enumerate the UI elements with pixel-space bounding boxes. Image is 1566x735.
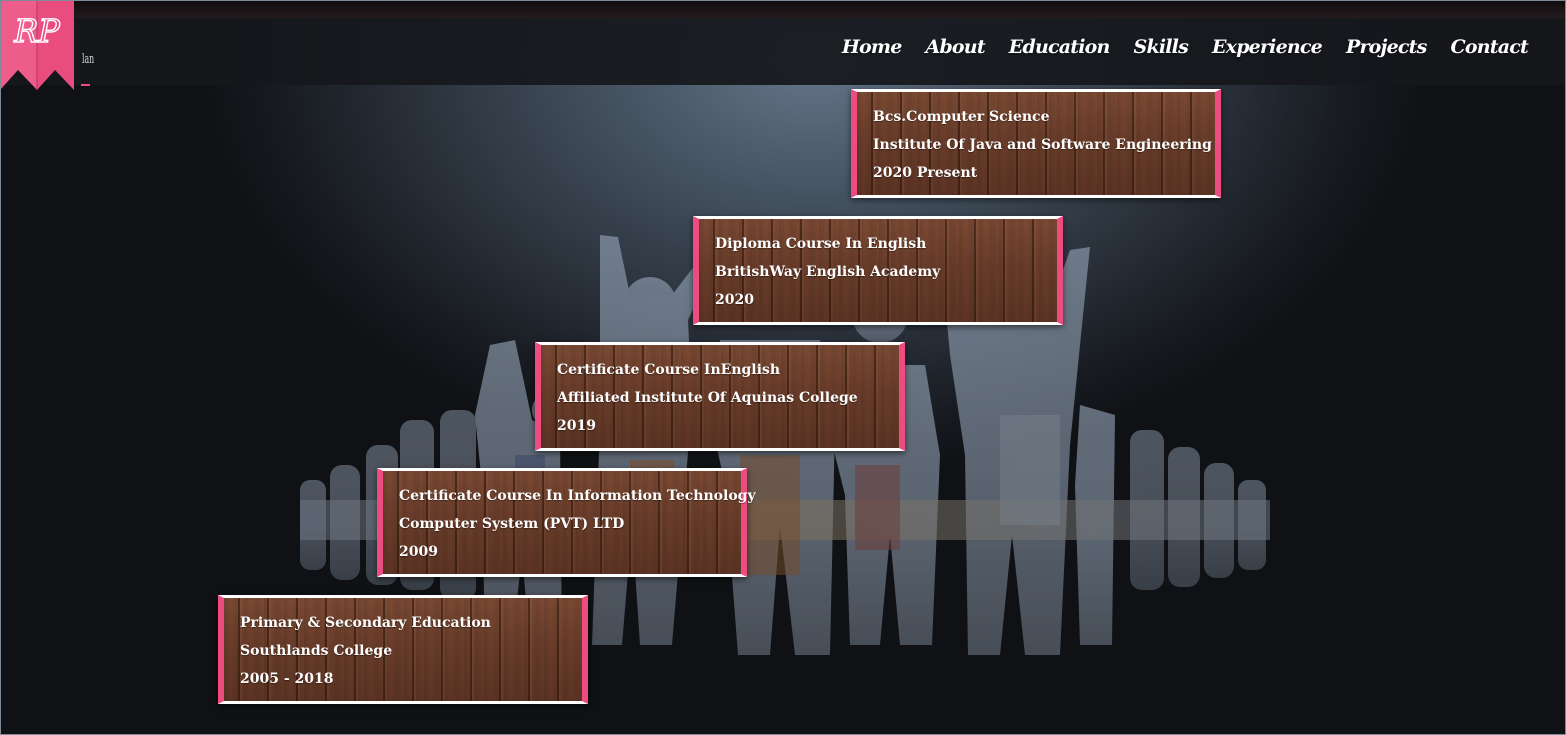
education-card: Certificate Course In Information Techno… [377, 468, 756, 577]
education-card: Certificate Course InEnglish Affiliated … [535, 342, 905, 451]
nav-home[interactable]: Home [842, 36, 902, 58]
card-degree: Certificate Course In Information Techno… [399, 488, 756, 504]
card-degree: Diploma Course In English [715, 236, 927, 252]
card-institute: Southlands College [240, 643, 393, 659]
logo[interactable]: RP [0, 0, 74, 92]
ribbon-logo-icon: RP [0, 0, 74, 90]
card-institute: Affiliated Institute Of Aquinas College [557, 390, 858, 406]
navbar: Home About Education Skills Experience P… [0, 18, 1566, 85]
logo-mark: lan [82, 52, 95, 67]
main-nav: Home About Education Skills Experience P… [842, 36, 1529, 58]
logo-underline [81, 84, 90, 86]
card-years: 2009 [399, 544, 438, 560]
nav-education[interactable]: Education [1009, 36, 1111, 58]
card-years: 2019 [557, 418, 596, 434]
card-years: 2020 Present [873, 165, 978, 181]
card-degree: Primary & Secondary Education [240, 615, 491, 631]
education-card: Diploma Course In English BritishWay Eng… [693, 216, 1063, 325]
card-institute: Institute Of Java and Software Engineeri… [873, 137, 1212, 153]
nav-experience[interactable]: Experience [1212, 36, 1323, 58]
nav-about[interactable]: About [926, 36, 986, 58]
nav-projects[interactable]: Projects [1346, 36, 1427, 58]
nav-contact[interactable]: Contact [1451, 36, 1529, 58]
card-institute: BritishWay English Academy [715, 264, 941, 280]
card-degree: Bcs.Computer Science [873, 109, 1050, 125]
nav-skills[interactable]: Skills [1134, 36, 1189, 58]
top-strip [0, 0, 1566, 18]
card-years: 2020 [715, 292, 754, 308]
logo-monogram: RP [13, 12, 60, 50]
card-institute: Computer System (PVT) LTD [399, 516, 625, 532]
education-card: Primary & Secondary Education Southlands… [218, 595, 588, 704]
education-card: Bcs.Computer Science Institute Of Java a… [851, 89, 1221, 198]
card-degree: Certificate Course InEnglish [557, 362, 780, 378]
card-years: 2005 - 2018 [240, 671, 334, 687]
